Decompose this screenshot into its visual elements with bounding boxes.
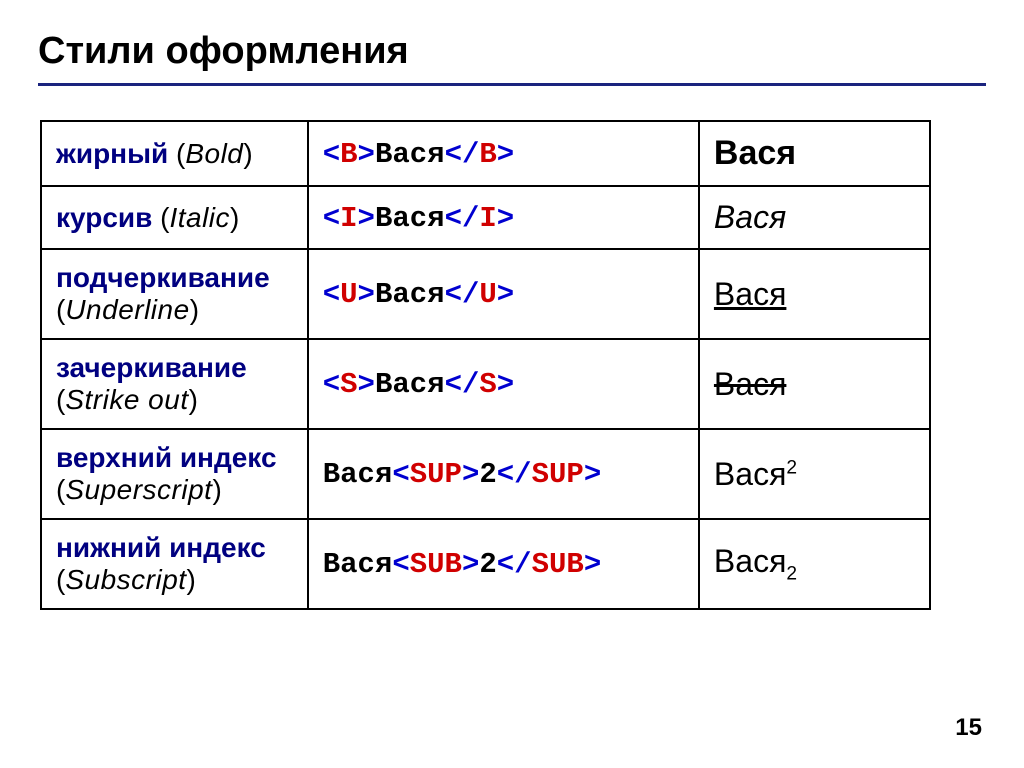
paren: ) xyxy=(230,202,239,233)
paren: ) xyxy=(243,138,252,169)
code-snippet: Вася<SUB>2</SUB> xyxy=(323,548,602,581)
code-snippet: <I>Вася</I> xyxy=(323,202,514,235)
page-title: Стили оформления xyxy=(38,30,986,73)
output-sup: 2 xyxy=(786,457,797,478)
output-sub: 2 xyxy=(786,563,797,584)
style-name-ru: жирный xyxy=(56,138,168,169)
paren: ) xyxy=(189,384,198,415)
style-name-ru: нижний индекс xyxy=(56,532,266,563)
slide: Стили оформления жирный (Bold)<B>Вася</B… xyxy=(0,0,1024,768)
style-code: <S>Вася</S> xyxy=(308,339,699,429)
paren: ) xyxy=(187,564,196,595)
style-description: верхний индекс (Superscript) xyxy=(41,429,308,519)
styles-table: жирный (Bold)<B>Вася</B>Васякурсив (Ital… xyxy=(40,120,931,610)
code-snippet: <B>Вася</B> xyxy=(323,138,514,171)
style-name-en: Superscript xyxy=(65,474,212,505)
table-row: зачеркивание (Strike out) <S>Вася</S> Вася xyxy=(41,339,930,429)
table-row: нижний индекс (Subscript) Вася<SUB>2</SUB… xyxy=(41,519,930,609)
table-row: жирный (Bold) <B>Вася</B> Вася xyxy=(41,121,930,186)
paren: ) xyxy=(190,294,199,325)
style-code: <I>Вася</I> xyxy=(308,186,699,249)
style-name-ru: курсив xyxy=(56,202,152,233)
paren: ) xyxy=(212,474,221,505)
style-name-ru: зачеркивание xyxy=(56,352,247,383)
style-name-ru: подчеркивание xyxy=(56,262,270,293)
output-text: Вася xyxy=(714,199,786,235)
table-row: верхний индекс (Superscript) Вася<SUP>2</… xyxy=(41,429,930,519)
paren: ( xyxy=(176,138,185,169)
paren: ( xyxy=(56,564,65,595)
style-code: Вася<SUP>2</SUP> xyxy=(308,429,699,519)
style-description: нижний индекс (Subscript) xyxy=(41,519,308,609)
style-output: Вася2 xyxy=(699,519,930,609)
style-output: Вася xyxy=(699,121,930,186)
style-description: курсив (Italic) xyxy=(41,186,308,249)
style-output: Вася xyxy=(699,249,930,339)
style-description: жирный (Bold) xyxy=(41,121,308,186)
style-code: Вася<SUB>2</SUB> xyxy=(308,519,699,609)
code-snippet: <S>Вася</S> xyxy=(323,368,514,401)
style-output: Вася xyxy=(699,339,930,429)
style-name-en: Subscript xyxy=(65,564,186,595)
title-underline xyxy=(38,83,986,86)
output-text: Вася xyxy=(714,276,786,312)
output-text: Вася2 xyxy=(714,543,797,579)
style-code: <U>Вася</U> xyxy=(308,249,699,339)
style-description: подчеркивание (Underline) xyxy=(41,249,308,339)
style-name-en: Strike out xyxy=(65,384,188,415)
table-row: курсив (Italic) <I>Вася</I> Вася xyxy=(41,186,930,249)
page-number: 15 xyxy=(955,714,982,742)
style-output: Вася xyxy=(699,186,930,249)
style-name-en: Bold xyxy=(185,138,243,169)
code-snippet: Вася<SUP>2</SUP> xyxy=(323,458,602,491)
style-name-en: Underline xyxy=(65,294,189,325)
output-text: Вася2 xyxy=(714,456,797,492)
output-text: Вася xyxy=(714,134,796,172)
style-name-en: Italic xyxy=(169,202,230,233)
code-snippet: <U>Вася</U> xyxy=(323,278,514,311)
style-name-ru: верхний индекс xyxy=(56,442,277,473)
table-row: подчеркивание (Underline) <U>Вася</U> Вася xyxy=(41,249,930,339)
paren: ( xyxy=(56,294,65,325)
paren: ( xyxy=(56,384,65,415)
style-output: Вася2 xyxy=(699,429,930,519)
style-code: <B>Вася</B> xyxy=(308,121,699,186)
style-description: зачеркивание (Strike out) xyxy=(41,339,308,429)
output-text: Вася xyxy=(714,366,786,402)
paren: ( xyxy=(56,474,65,505)
